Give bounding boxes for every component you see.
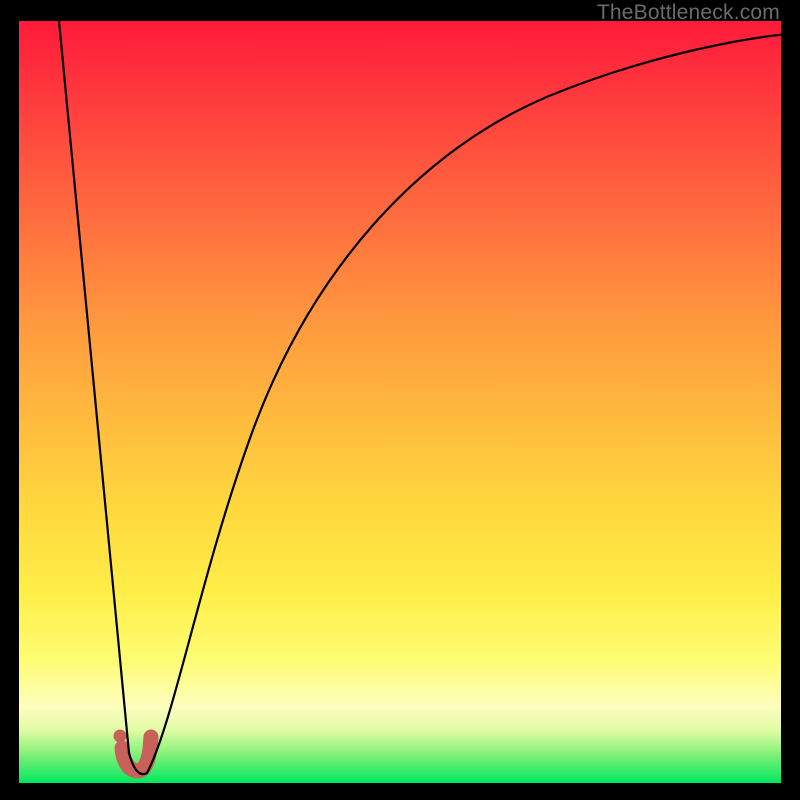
plot-area: [19, 21, 781, 783]
watermark-text: TheBottleneck.com: [597, 1, 780, 25]
sweet-spot-dot: [114, 730, 127, 743]
sweet-spot-marker: [122, 737, 151, 771]
curve-svg: [19, 21, 781, 783]
bottleneck-curve: [59, 21, 781, 774]
chart-frame: TheBottleneck.com: [0, 0, 800, 800]
